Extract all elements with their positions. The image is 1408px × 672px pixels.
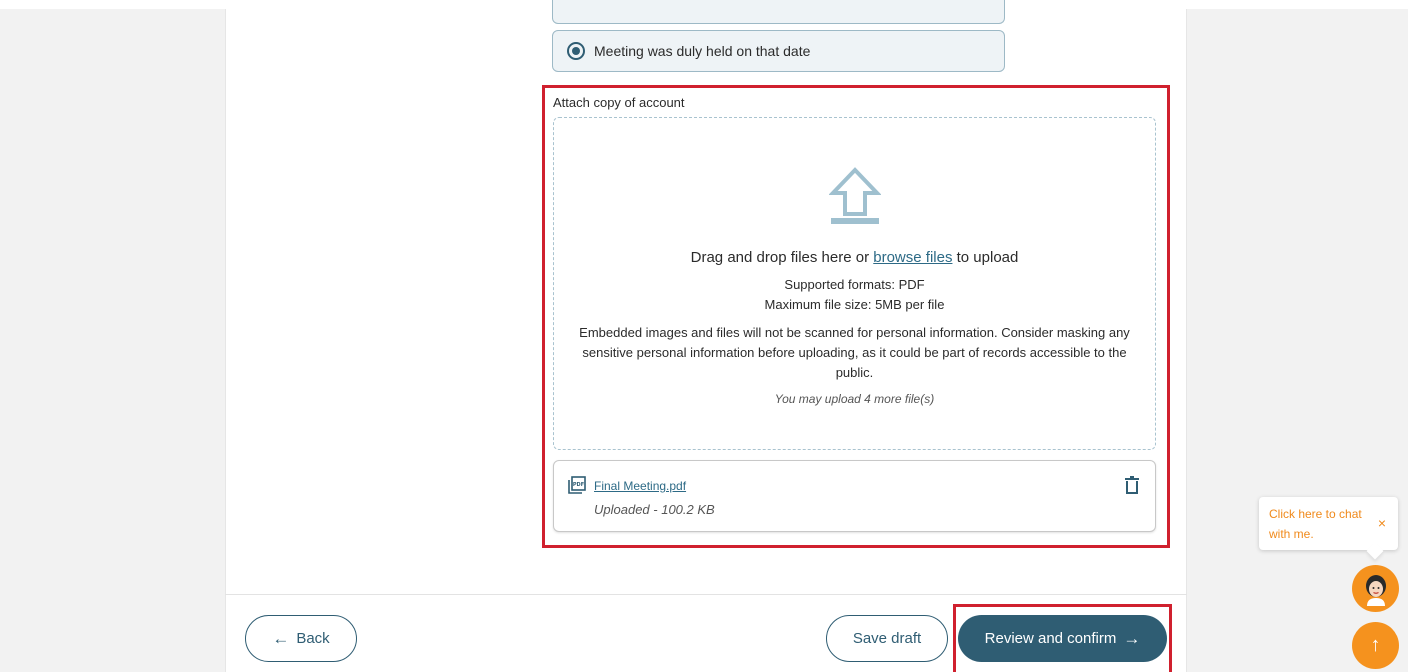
dropzone-instruction: Drag and drop files here or browse files… (690, 249, 1019, 266)
uploaded-file-link[interactable]: Final Meeting.pdf (594, 479, 686, 493)
supported-formats-text: Supported formats: PDF (784, 277, 925, 292)
chat-prompt-bubble[interactable]: Click here to chat with me. × (1259, 497, 1398, 550)
radio-option-meeting-held[interactable]: Meeting was duly held on that date (552, 30, 1005, 72)
chat-prompt-text: Click here to chat with me. (1269, 507, 1362, 541)
remaining-uploads-text: You may upload 4 more file(s) (774, 392, 935, 406)
svg-text:PDF: PDF (573, 482, 584, 488)
save-draft-label: Save draft (852, 630, 922, 647)
pdf-file-icon: PDF (568, 476, 586, 494)
review-and-confirm-button[interactable]: Review and confirm → (958, 615, 1167, 662)
uploaded-file-card: PDF Final Meeting.pdf Uploaded - 100.2 K… (553, 460, 1156, 532)
review-button-label: Review and confirm (984, 630, 1117, 647)
arrow-up-icon: ↑ (1370, 634, 1381, 656)
close-icon[interactable]: × (1378, 513, 1386, 533)
upload-arrow-icon (829, 167, 881, 224)
scroll-to-top-button[interactable]: ↑ (1352, 622, 1399, 669)
attach-field-label: Attach copy of account (553, 95, 685, 110)
radio-option-previous[interactable] (552, 0, 1005, 24)
save-draft-button[interactable]: Save draft (826, 615, 948, 662)
upload-status-text: Uploaded - 100.2 KB (594, 502, 715, 517)
max-file-size-text: Maximum file size: 5MB per file (764, 297, 945, 312)
footer-divider (225, 594, 1187, 595)
privacy-warning-text: Embedded images and files will not be sc… (579, 325, 1130, 380)
arrow-right-icon: → (1123, 628, 1141, 648)
arrow-left-icon: ← (272, 628, 290, 648)
browse-files-link[interactable]: browse files (873, 249, 952, 266)
assistant-avatar-icon (1365, 574, 1386, 606)
back-button-label: Back (296, 630, 330, 647)
radio-selected-icon[interactable] (567, 42, 585, 60)
back-button[interactable]: ← Back (245, 615, 357, 662)
file-dropzone[interactable]: Drag and drop files here or browse files… (553, 117, 1156, 450)
radio-option-label: Meeting was duly held on that date (594, 43, 811, 59)
trash-icon[interactable] (1125, 476, 1139, 494)
chat-avatar-button[interactable] (1352, 565, 1399, 612)
